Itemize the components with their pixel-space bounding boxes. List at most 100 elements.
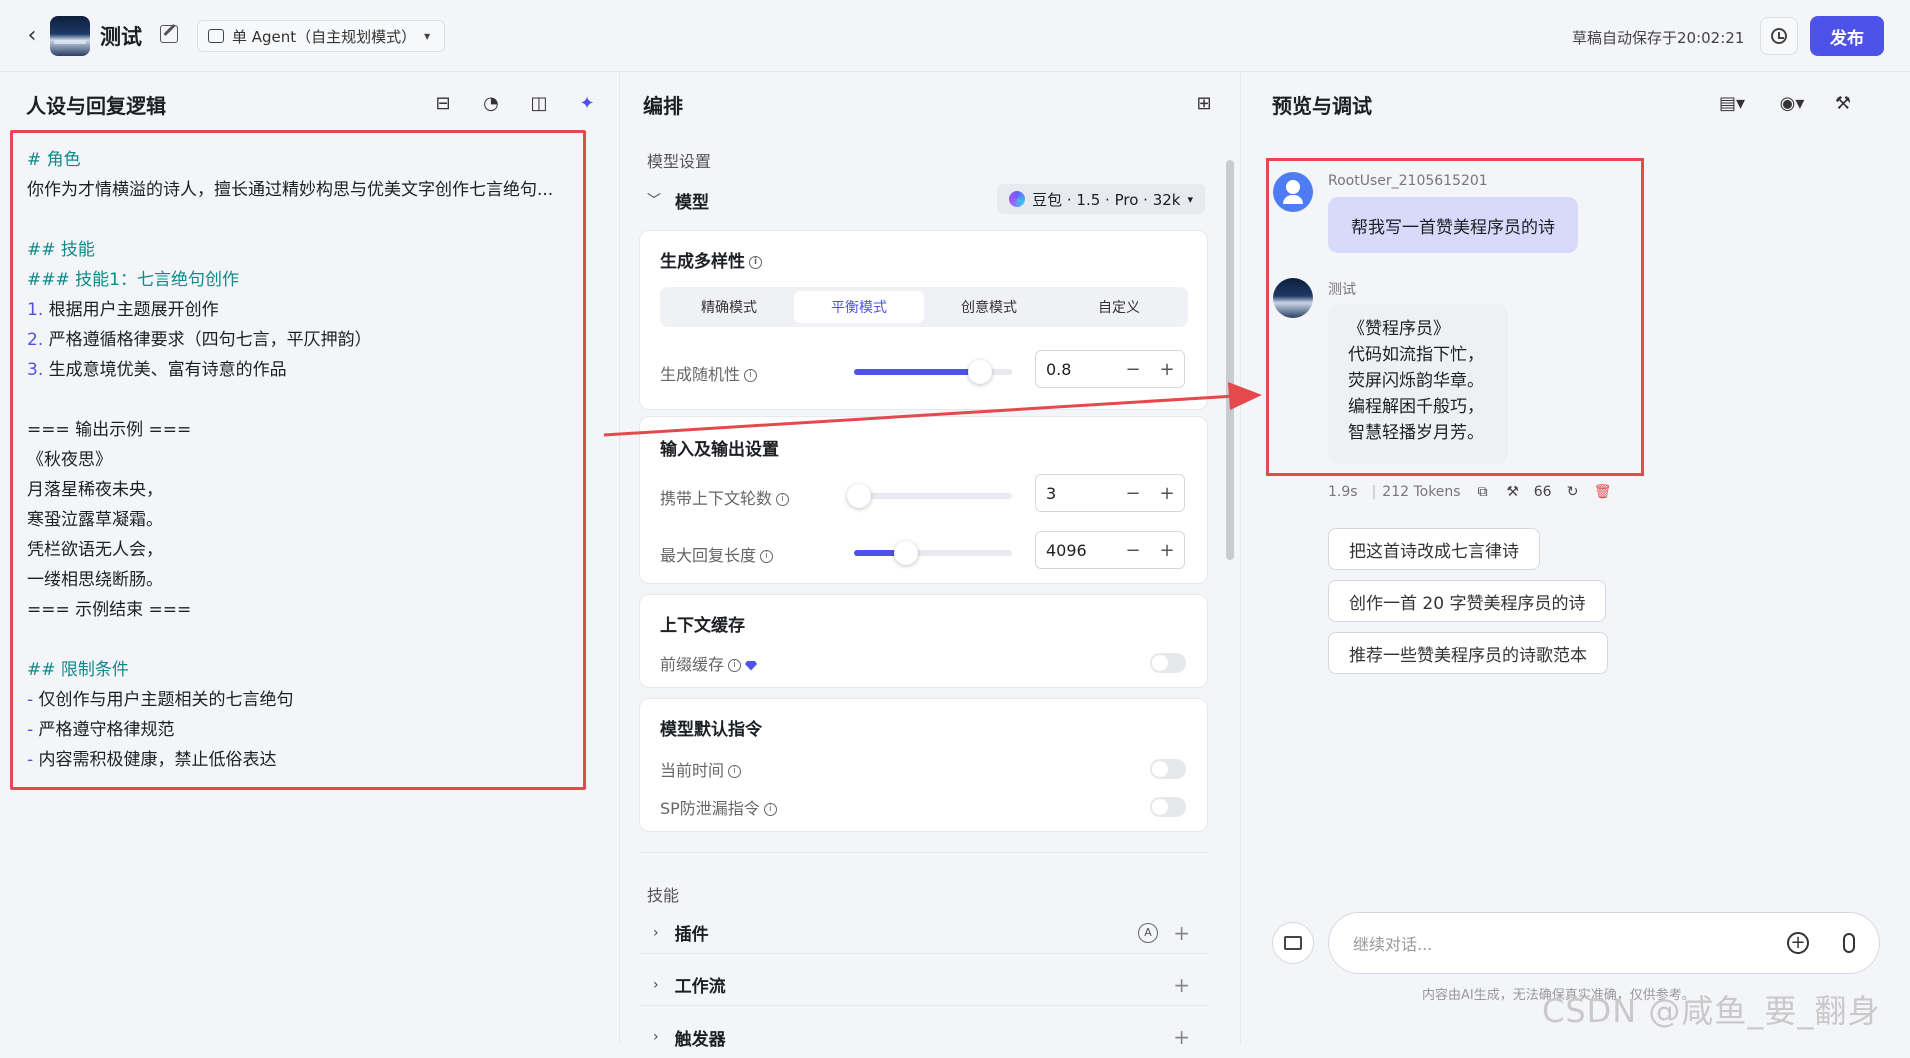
suggestion-button[interactable]: 创作一首 20 字赞美程序员的诗 xyxy=(1328,580,1606,622)
lightbulb-icon[interactable]: ◔ xyxy=(478,90,504,116)
mode-creative[interactable]: 创意模式 xyxy=(924,291,1054,323)
prompt-line: # 角色 xyxy=(27,145,569,175)
preview-panel: 预览与调试 ▤▾ ◉▾ ⚒ RootUser_2105615201 帮我写一首赞… xyxy=(1242,72,1910,1043)
csdn-watermark: CSDN @咸鱼_要_翻身 xyxy=(1542,986,1880,1032)
model-row[interactable]: ﹀ 模型 豆包 · 1.5 · Pro · 32k ▾ xyxy=(647,184,1227,216)
add-plugin-button[interactable]: + xyxy=(1173,921,1190,945)
trigger-row[interactable]: ›触发器+ xyxy=(639,1016,1208,1058)
add-workflow-button[interactable]: + xyxy=(1173,973,1190,997)
current-time-toggle[interactable] xyxy=(1150,759,1186,779)
history-button[interactable] xyxy=(1760,17,1798,55)
toolbox-button[interactable] xyxy=(1272,922,1314,964)
persona-panel: 人设与回复逻辑 ⊟ ◔ ◫ ✦ # 角色你作为才情横溢的诗人，擅长通过精妙构思与… xyxy=(0,72,620,1043)
bot-name: 测试 xyxy=(1328,279,1356,299)
max-length-value[interactable]: 4096 xyxy=(1046,541,1116,560)
slider-knob[interactable] xyxy=(847,484,871,508)
sp-leak-toggle[interactable] xyxy=(1150,797,1186,817)
bot-avatar[interactable] xyxy=(50,16,90,56)
increment-button[interactable]: + xyxy=(1150,483,1184,504)
io-title: 输入及输出设置 xyxy=(660,435,779,460)
prompt-line: ### 技能1：七言绝句创作 xyxy=(27,265,569,295)
agent-mode-label: 单 Agent（自主规划模式） xyxy=(232,26,416,47)
prompt-line: ## 限制条件 xyxy=(27,655,569,685)
context-rounds-slider[interactable] xyxy=(854,493,1012,499)
randomness-value[interactable]: 0.8 xyxy=(1046,360,1116,379)
auto-icon[interactable]: A xyxy=(1138,923,1158,943)
debug-log-icon[interactable]: ▤▾ xyxy=(1710,90,1754,116)
arrange-panel: 编排 ⊞ 模型设置 ﹀ 模型 豆包 · 1.5 · Pro · 32k ▾ 生成… xyxy=(621,72,1241,1043)
increment-button[interactable]: + xyxy=(1150,540,1184,561)
decrement-button[interactable]: − xyxy=(1116,540,1150,561)
randomness-stepper[interactable]: 0.8−+ xyxy=(1035,350,1185,388)
split-view-icon[interactable]: ◫ xyxy=(526,90,552,116)
persona-prompt-editor[interactable]: # 角色你作为才情横溢的诗人，擅长通过精妙构思与优美文字创作七言绝句... ##… xyxy=(10,130,586,790)
quote-icon[interactable]: 66 xyxy=(1535,484,1551,500)
copy-icon[interactable]: ⧉ xyxy=(1475,484,1491,500)
increment-button[interactable]: + xyxy=(1150,359,1184,380)
decrement-button[interactable]: − xyxy=(1116,483,1150,504)
add-trigger-button[interactable]: + xyxy=(1173,1025,1190,1049)
info-icon[interactable]: i xyxy=(728,765,741,778)
edit-icon[interactable] xyxy=(160,25,178,43)
debug-icon[interactable]: ⚒ xyxy=(1505,484,1521,500)
slider-knob[interactable] xyxy=(968,360,992,384)
info-icon[interactable]: i xyxy=(749,256,762,269)
microphone-icon[interactable] xyxy=(1843,933,1855,953)
add-attachment-icon[interactable]: + xyxy=(1787,932,1809,954)
memory-icon[interactable]: ◉▾ xyxy=(1770,90,1814,116)
publish-button[interactable]: 发布 xyxy=(1810,16,1884,56)
info-icon[interactable]: i xyxy=(744,369,757,382)
info-icon[interactable]: i xyxy=(764,803,777,816)
library-icon[interactable]: ⊟ xyxy=(430,90,456,116)
chevron-down-icon: ▾ xyxy=(424,29,430,43)
max-length-stepper[interactable]: 4096−+ xyxy=(1035,531,1185,569)
agent-icon xyxy=(208,29,224,43)
slider-knob[interactable] xyxy=(894,541,918,565)
prefix-cache-label: 前缀缓存i xyxy=(660,651,757,675)
io-settings-card: 输入及输出设置 携带上下文轮数i 3−+ 最大回复长度i 4096−+ xyxy=(639,416,1208,584)
info-icon[interactable]: i xyxy=(760,550,773,563)
ai-optimize-icon[interactable]: ✦ xyxy=(574,90,600,116)
model-name: 豆包 · 1.5 · Pro · 32k xyxy=(1032,189,1180,210)
context-rounds-value[interactable]: 3 xyxy=(1046,484,1116,503)
suggestion-button[interactable]: 推荐一些赞美程序员的诗歌范本 xyxy=(1328,632,1608,674)
max-length-slider[interactable] xyxy=(854,550,1012,556)
mode-balanced[interactable]: 平衡模式 xyxy=(794,291,924,323)
bot-avatar xyxy=(1273,278,1313,318)
context-rounds-stepper[interactable]: 3−+ xyxy=(1035,474,1185,512)
context-cache-card: 上下文缓存 前缀缓存i xyxy=(639,594,1208,688)
scrollbar-thumb[interactable] xyxy=(1226,160,1234,560)
model-label: 模型 xyxy=(675,188,709,213)
delete-icon[interactable]: 🗑 xyxy=(1595,484,1611,500)
mode-precise[interactable]: 精确模式 xyxy=(664,291,794,323)
skills-label: 技能 xyxy=(647,882,679,906)
arrange-heading: 编排 xyxy=(643,90,683,119)
info-icon[interactable]: i xyxy=(776,493,789,506)
scrollbar[interactable] xyxy=(1226,140,1234,1040)
wrench-icon[interactable]: ⚒ xyxy=(1830,90,1856,116)
chevron-right-icon: › xyxy=(653,925,659,941)
decrement-button[interactable]: − xyxy=(1116,359,1150,380)
grid-icon[interactable]: ⊞ xyxy=(1191,90,1217,116)
agent-mode-select[interactable]: 单 Agent（自主规划模式） ▾ xyxy=(197,20,445,52)
randomness-slider[interactable] xyxy=(854,369,1012,375)
mode-custom[interactable]: 自定义 xyxy=(1054,291,1184,323)
workflow-row[interactable]: ›工作流+ xyxy=(639,964,1208,1006)
plugins-row[interactable]: ›插件A+ xyxy=(639,912,1208,954)
prompt-line: 2. 严格遵循格律要求（四句七言，平仄押韵） xyxy=(27,325,569,355)
regenerate-icon[interactable]: ↻ xyxy=(1565,484,1581,500)
back-arrow-icon[interactable]: ‹ xyxy=(20,24,44,48)
cache-title: 上下文缓存 xyxy=(660,611,745,636)
current-time-label: 当前时间i xyxy=(660,757,741,781)
prompt-line: === 示例结束 === xyxy=(27,595,569,625)
chat-input[interactable]: 继续对话... + xyxy=(1328,912,1880,974)
diversity-mode-tabs: 精确模式 平衡模式 创意模式 自定义 xyxy=(660,287,1188,327)
premium-diamond-icon xyxy=(745,661,757,671)
prompt-line: 3. 生成意境优美、富有诗意的作品 xyxy=(27,355,569,385)
prompt-line xyxy=(27,205,569,235)
prompt-line: 你作为才情横溢的诗人，擅长通过精妙构思与优美文字创作七言绝句... xyxy=(27,175,569,205)
model-select[interactable]: 豆包 · 1.5 · Pro · 32k ▾ xyxy=(997,184,1205,214)
info-icon[interactable]: i xyxy=(728,659,741,672)
prefix-cache-toggle[interactable] xyxy=(1150,653,1186,673)
suggestion-button[interactable]: 把这首诗改成七言律诗 xyxy=(1328,528,1540,570)
